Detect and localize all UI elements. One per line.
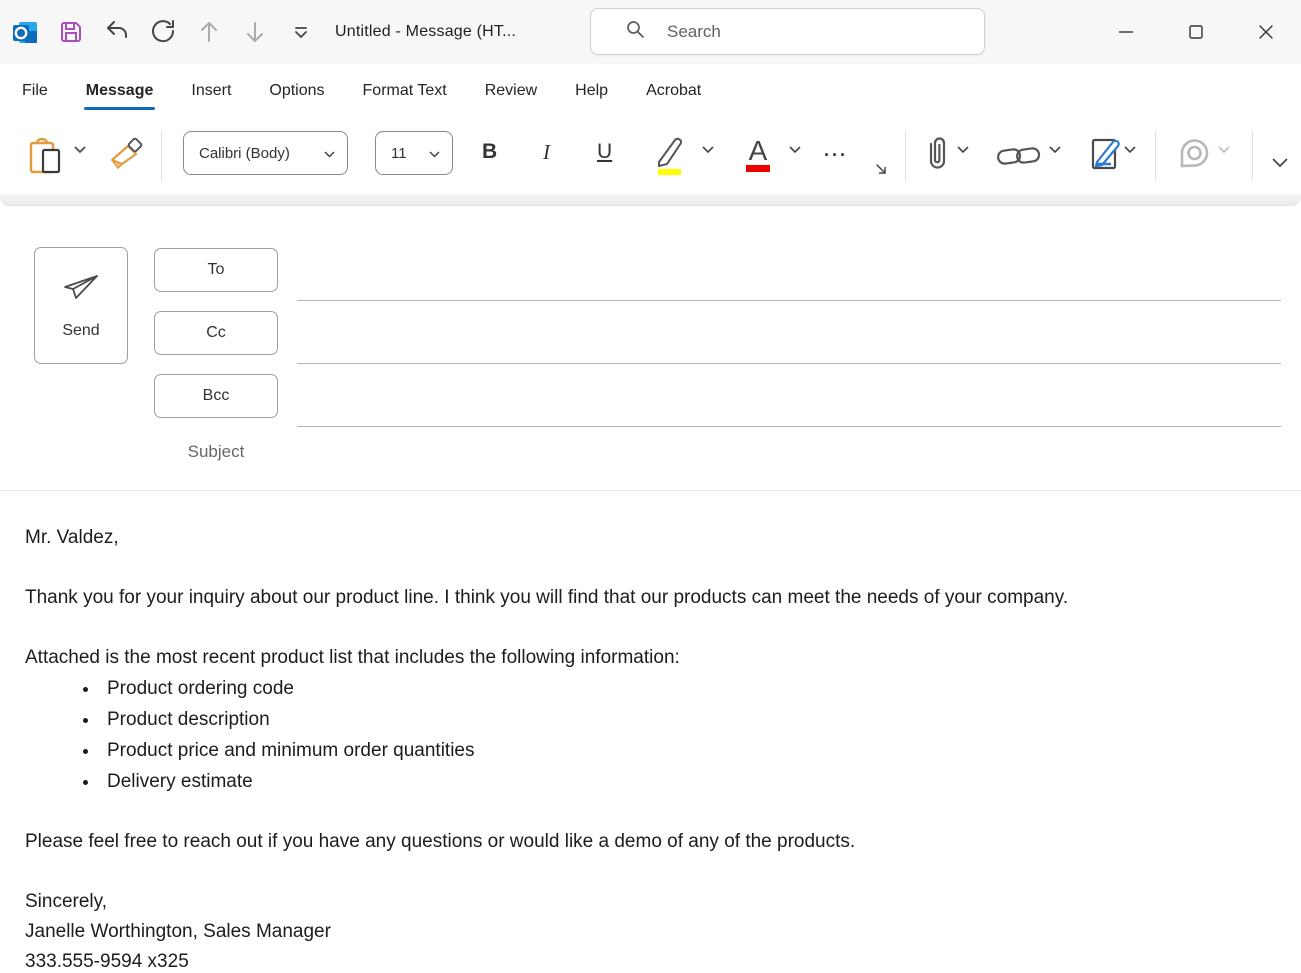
chevron-down-icon bbox=[429, 145, 452, 162]
tab-insert[interactable]: Insert bbox=[189, 76, 233, 106]
bcc-input bbox=[297, 383, 1281, 426]
send-icon bbox=[59, 271, 103, 310]
compose-header: Send To Cc Bcc Subject bbox=[0, 206, 1301, 490]
attach-file-icon[interactable] bbox=[922, 134, 952, 176]
search-input[interactable]: Search bbox=[590, 8, 985, 55]
signature-phone: 333.555-9594 x325 bbox=[25, 947, 1276, 973]
dialog-launcher-icon[interactable] bbox=[874, 162, 889, 177]
font-color-dropdown-chevron[interactable] bbox=[789, 146, 801, 154]
send-button[interactable]: Send bbox=[34, 247, 128, 364]
outlook-message-window: Untitled - Message (HT... Search File Me… bbox=[0, 0, 1301, 973]
ribbon-divider bbox=[905, 130, 906, 180]
move-down-icon bbox=[240, 17, 270, 47]
maximize-button[interactable] bbox=[1161, 0, 1231, 64]
ribbon-bottom-edge bbox=[0, 194, 1301, 206]
signature-closing: Sincerely, bbox=[25, 887, 1276, 917]
search-icon bbox=[625, 19, 645, 44]
bold-button[interactable]: B bbox=[482, 140, 497, 164]
body-greeting: Mr. Valdez, bbox=[25, 523, 1276, 553]
subject-field[interactable] bbox=[297, 428, 1281, 472]
font-name-value: Calibri (Body) bbox=[184, 145, 290, 162]
tab-format-text[interactable]: Format Text bbox=[361, 76, 449, 106]
font-size-select[interactable]: 11 bbox=[375, 131, 453, 175]
font-size-value: 11 bbox=[376, 145, 407, 162]
italic-button[interactable]: I bbox=[543, 140, 550, 165]
search-placeholder: Search bbox=[667, 22, 721, 42]
highlight-dropdown-chevron[interactable] bbox=[702, 146, 714, 154]
tab-message[interactable]: Message bbox=[84, 76, 156, 106]
window-title: Untitled - Message (HT... bbox=[335, 0, 516, 64]
to-field[interactable] bbox=[297, 257, 1281, 301]
list-item: Product price and minimum order quantiti… bbox=[100, 735, 1276, 766]
body-paragraph: Attached is the most recent product list… bbox=[25, 643, 1276, 673]
signature-icon[interactable] bbox=[1085, 133, 1127, 175]
cc-button[interactable]: Cc bbox=[154, 311, 278, 355]
paste-icon[interactable] bbox=[26, 136, 64, 176]
tab-acrobat[interactable]: Acrobat bbox=[644, 76, 703, 106]
ribbon-divider bbox=[1155, 130, 1156, 180]
redo-button[interactable] bbox=[148, 17, 178, 47]
title-bar: Untitled - Message (HT... Search bbox=[0, 0, 1301, 64]
signature-block: Sincerely, Janelle Worthington, Sales Ma… bbox=[25, 887, 1276, 973]
format-painter-icon[interactable] bbox=[108, 136, 144, 174]
font-color-icon[interactable]: A bbox=[738, 132, 778, 176]
highlight-icon[interactable] bbox=[645, 132, 691, 176]
collapse-ribbon-icon[interactable] bbox=[1272, 158, 1288, 168]
to-label: To bbox=[208, 261, 225, 279]
bcc-label: Bcc bbox=[203, 387, 230, 405]
cc-input bbox=[297, 320, 1281, 363]
save-button[interactable] bbox=[56, 17, 86, 47]
link-dropdown-chevron[interactable] bbox=[1049, 146, 1061, 154]
body-bullet-list: Product ordering code Product descriptio… bbox=[25, 673, 1276, 797]
svg-text:A: A bbox=[749, 135, 768, 166]
chevron-down-icon bbox=[324, 145, 347, 162]
subject-input bbox=[297, 428, 1281, 472]
ribbon-tabs: File Message Insert Options Format Text … bbox=[0, 64, 1301, 118]
message-body[interactable]: Mr. Valdez, Thank you for your inquiry a… bbox=[0, 491, 1301, 973]
body-paragraph: Please feel free to reach out if you hav… bbox=[25, 827, 1276, 857]
body-paragraph: Thank you for your inquiry about our pro… bbox=[25, 583, 1276, 613]
outlook-logo bbox=[10, 17, 40, 47]
to-input bbox=[297, 257, 1281, 300]
tab-file[interactable]: File bbox=[20, 76, 50, 106]
paste-dropdown-chevron[interactable] bbox=[74, 146, 86, 154]
close-button[interactable] bbox=[1231, 0, 1301, 64]
subject-label: Subject bbox=[154, 442, 278, 462]
customize-toolbar-icon[interactable] bbox=[286, 17, 316, 47]
bcc-field[interactable] bbox=[297, 383, 1281, 427]
ribbon-toolbar: Calibri (Body) 11 B I U bbox=[0, 118, 1301, 194]
list-item: Delivery estimate bbox=[100, 766, 1276, 797]
cc-label: Cc bbox=[206, 324, 226, 342]
move-up-icon bbox=[194, 17, 224, 47]
signature-name: Janelle Worthington, Sales Manager bbox=[25, 917, 1276, 947]
tab-options[interactable]: Options bbox=[267, 76, 326, 106]
signature-dropdown-chevron[interactable] bbox=[1124, 146, 1136, 154]
tab-review[interactable]: Review bbox=[483, 76, 539, 106]
underline-button[interactable]: U bbox=[597, 140, 612, 164]
tab-help[interactable]: Help bbox=[573, 76, 610, 106]
list-item: Product description bbox=[100, 704, 1276, 735]
attach-dropdown-chevron[interactable] bbox=[957, 146, 969, 154]
undo-button[interactable] bbox=[102, 17, 132, 47]
cc-field[interactable] bbox=[297, 320, 1281, 364]
loop-dropdown-chevron bbox=[1218, 146, 1230, 154]
loop-icon bbox=[1175, 135, 1213, 173]
to-button[interactable]: To bbox=[154, 248, 278, 292]
link-icon[interactable] bbox=[996, 142, 1042, 170]
ribbon-divider bbox=[161, 130, 162, 180]
list-item: Product ordering code bbox=[100, 673, 1276, 704]
bcc-button[interactable]: Bcc bbox=[154, 374, 278, 418]
minimize-button[interactable] bbox=[1091, 0, 1161, 64]
ribbon-divider bbox=[1252, 130, 1253, 180]
font-name-select[interactable]: Calibri (Body) bbox=[183, 131, 348, 175]
send-label: Send bbox=[62, 322, 99, 340]
window-controls bbox=[1091, 0, 1301, 64]
more-font-options-button[interactable]: ... bbox=[824, 140, 848, 161]
quick-access-toolbar bbox=[0, 0, 316, 64]
